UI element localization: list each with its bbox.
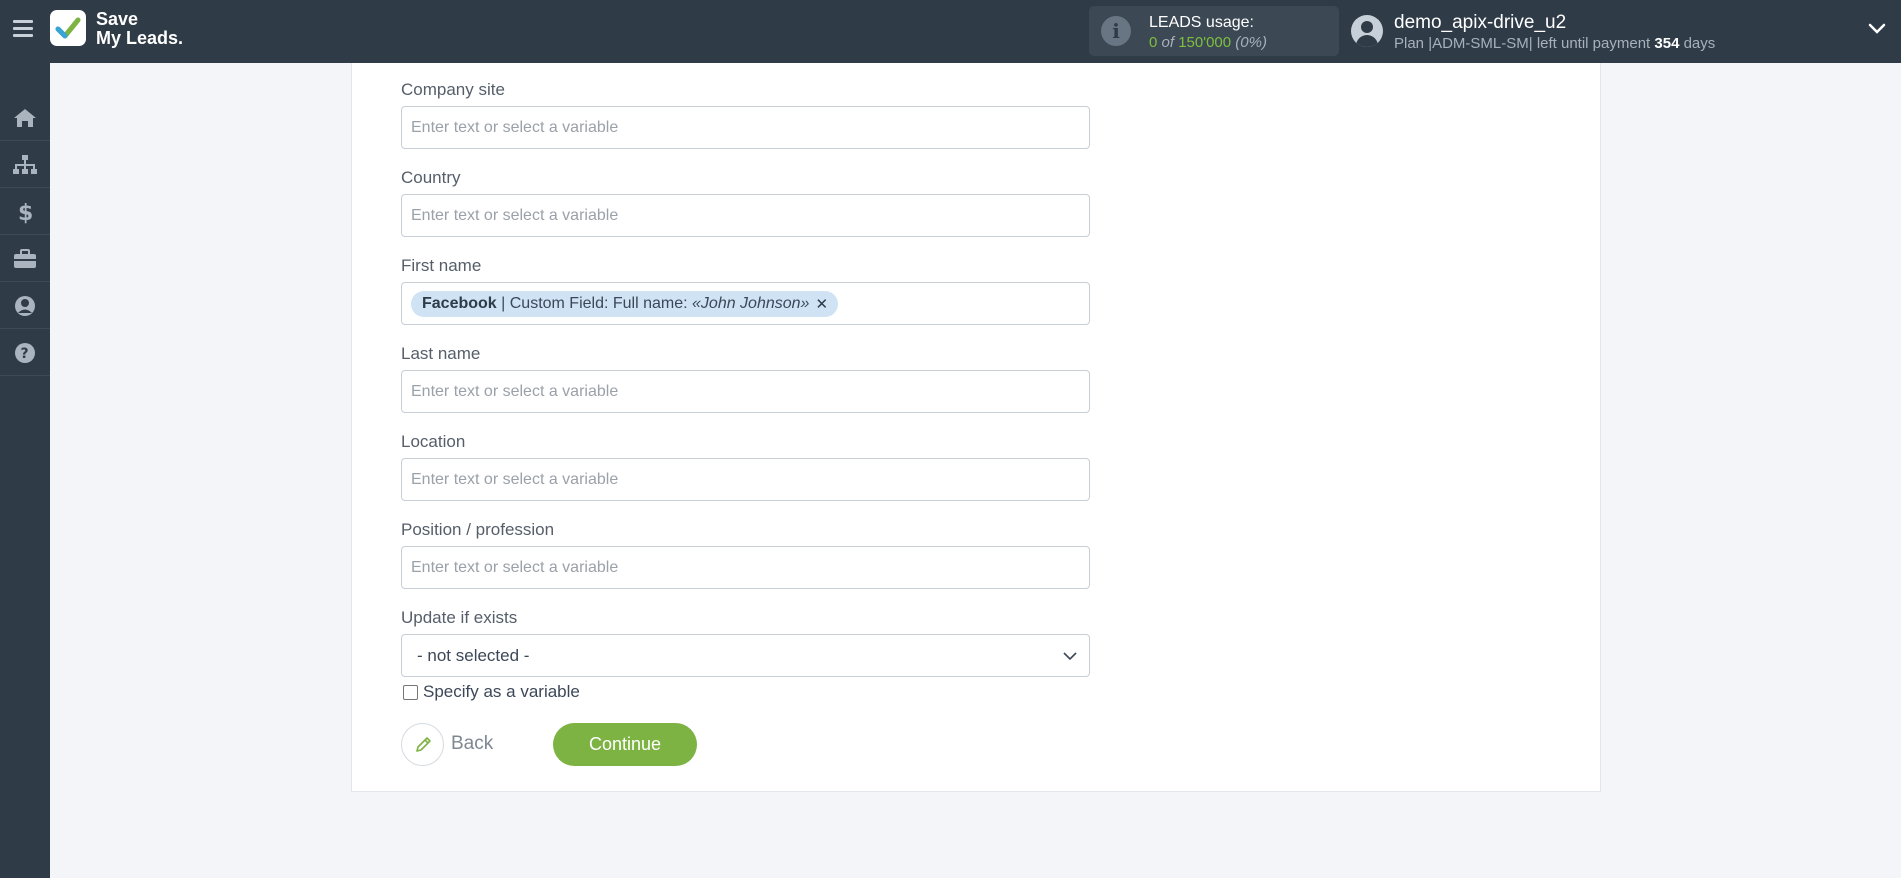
brand-line-1: Save	[96, 9, 139, 29]
location-label: Location	[401, 432, 466, 451]
last-name-input[interactable]: Enter text or select a variable	[401, 370, 1090, 413]
company-site-input[interactable]: Enter text or select a variable	[401, 106, 1090, 149]
update-if-exists-select[interactable]: - not selected -	[401, 634, 1090, 677]
chevron-down-icon	[1063, 652, 1077, 661]
user-plan: Plan |ADM-SML-SM| left until payment 354…	[1394, 35, 1715, 52]
briefcase-icon[interactable]	[0, 236, 50, 282]
leads-total: 150'000	[1178, 34, 1232, 51]
chevron-down-icon[interactable]	[1868, 22, 1886, 40]
variable-chip[interactable]: Facebook | Custom Field: Full name: «Joh…	[411, 290, 839, 317]
svg-text:$: $	[18, 201, 33, 224]
dollar-icon[interactable]: $	[0, 189, 50, 235]
continue-button[interactable]: Continue	[553, 723, 697, 766]
location-input[interactable]: Enter text or select a variable	[401, 458, 1090, 501]
plan-days-suffix: days	[1683, 35, 1716, 52]
chip-value: «John Johnson»	[692, 294, 810, 312]
company-site-label: Company site	[401, 80, 505, 99]
back-label[interactable]: Back	[451, 733, 493, 755]
last-name-label: Last name	[401, 344, 481, 363]
plan-text: Plan |ADM-SML-SM| left until payment	[1394, 35, 1651, 52]
specify-variable-label[interactable]: Specify as a variable	[423, 682, 580, 702]
leads-percent: (0%)	[1235, 34, 1267, 51]
svg-text:?: ?	[21, 346, 29, 362]
leads-usage-label: LEADS usage:	[1149, 14, 1254, 31]
pencil-icon	[415, 736, 431, 752]
leads-of: of	[1161, 34, 1175, 51]
help-icon[interactable]: ?	[0, 330, 50, 376]
chip-source: Facebook	[422, 294, 497, 312]
remove-chip-icon[interactable]: ✕	[815, 295, 828, 313]
user-circle-icon[interactable]	[0, 283, 50, 329]
back-button[interactable]	[401, 723, 444, 766]
logo-check-icon[interactable]	[50, 10, 86, 46]
leads-usage-value: 0 of 150'000 (0%)	[1149, 34, 1267, 51]
brand-name[interactable]: Save My Leads.	[96, 10, 183, 48]
top-bar: Save My Leads. i LEADS usage: 0 of 150'0…	[0, 0, 1901, 63]
update-selected-value: - not selected -	[417, 645, 530, 665]
plan-days: 354	[1654, 35, 1680, 52]
update-if-exists-label: Update if exists	[401, 608, 518, 627]
info-icon: i	[1101, 16, 1131, 46]
first-name-input[interactable]: Facebook | Custom Field: Full name: «Joh…	[401, 282, 1090, 325]
menu-icon[interactable]	[13, 20, 33, 40]
home-icon[interactable]	[0, 95, 50, 141]
brand-line-2: My Leads.	[96, 28, 184, 48]
specify-variable-checkbox[interactable]	[403, 684, 418, 700]
sitemap-icon[interactable]	[0, 142, 50, 188]
user-name[interactable]: demo_apix-drive_u2	[1394, 12, 1566, 34]
chip-field: | Custom Field: Full name:	[496, 294, 693, 312]
position-label: Position / profession	[401, 520, 555, 539]
position-input[interactable]: Enter text or select a variable	[401, 546, 1090, 589]
leads-used: 0	[1149, 34, 1158, 51]
sidebar: $ ?	[0, 63, 50, 878]
leads-usage-panel: i LEADS usage: 0 of 150'000 (0%)	[1089, 6, 1339, 56]
first-name-label: First name	[401, 256, 482, 275]
user-avatar-icon[interactable]	[1351, 15, 1383, 47]
country-label: Country	[401, 168, 461, 187]
specify-variable-row: Specify as a variable	[403, 682, 580, 702]
country-input[interactable]: Enter text or select a variable	[401, 194, 1090, 237]
